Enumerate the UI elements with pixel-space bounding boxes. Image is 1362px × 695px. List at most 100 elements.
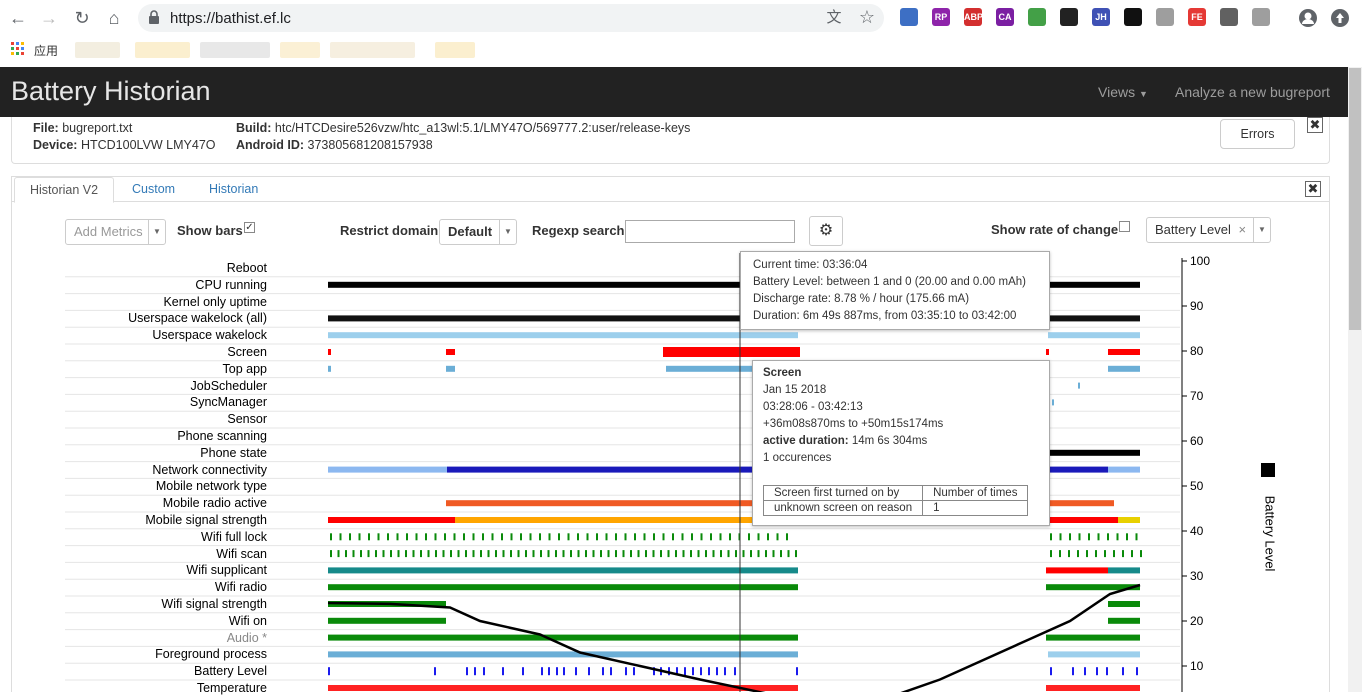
timeline-tick <box>330 550 332 558</box>
timeline-tick <box>697 550 700 558</box>
timeline-tick <box>337 550 340 558</box>
timeline-bar <box>1048 466 1108 473</box>
timeline-bar <box>328 584 798 591</box>
tt-active-duration: active duration: 14m 6s 304ms <box>763 435 927 447</box>
timeline-bar <box>328 315 798 322</box>
timeline-tick <box>368 533 370 541</box>
timeline-tick <box>757 533 760 541</box>
timeline-tick <box>585 550 587 558</box>
y-tick-label: 90 <box>1190 299 1204 313</box>
timeline-tick <box>396 533 399 541</box>
timeline-tick <box>720 550 722 558</box>
timeline-tick <box>1069 533 1071 541</box>
timeline-tick <box>727 550 730 558</box>
timeline-tick <box>672 533 674 541</box>
battery-tick <box>708 667 710 676</box>
y-tick-label: 100 <box>1190 254 1210 268</box>
timeline-tick <box>345 550 347 558</box>
timeline-tick <box>1097 533 1100 541</box>
battery-tick <box>1050 667 1052 676</box>
timeline-tick <box>787 550 790 558</box>
y-axis-label: Battery Level <box>1262 495 1278 572</box>
battery-tick <box>434 667 436 676</box>
timeline-tick <box>495 550 497 558</box>
tt-header-count: Number of times <box>922 485 1029 501</box>
timeline-tick <box>1107 533 1109 541</box>
timeline-tick <box>349 533 351 541</box>
timeline-tick <box>562 550 565 558</box>
timeline-tick <box>1116 533 1119 541</box>
battery-tick <box>483 667 485 676</box>
timeline-tick <box>742 550 745 558</box>
timeline-tick <box>360 550 362 558</box>
battery-tick <box>522 667 524 676</box>
battery-tick <box>548 667 550 676</box>
timeline-tick <box>570 550 572 558</box>
row-label: JobScheduler <box>190 378 267 393</box>
timeline-tick <box>750 550 752 558</box>
timeline-bar <box>446 349 455 355</box>
timeline-tick <box>502 550 505 558</box>
timeline-tick <box>643 533 646 541</box>
timeline-tick <box>1140 550 1142 558</box>
timeline-tick <box>776 533 779 541</box>
row-label: Network connectivity <box>152 462 267 477</box>
timeline-bar <box>1108 617 1140 624</box>
timeline-tick <box>596 533 598 541</box>
timeline-tick <box>377 533 380 541</box>
timeline-tick <box>457 550 460 558</box>
battery-tick <box>588 667 590 676</box>
row-label: Mobile network type <box>155 479 267 494</box>
timeline-tick <box>710 533 712 541</box>
timeline-tick <box>729 533 731 541</box>
timeline-tick <box>525 550 527 558</box>
row-label: Wifi scan <box>216 546 267 561</box>
timeline-bar <box>1108 466 1140 473</box>
timeline-tick <box>375 550 377 558</box>
battery-tick <box>684 667 686 676</box>
timeline-tick <box>352 550 355 558</box>
timeline-tick <box>539 533 541 541</box>
timeline-tick <box>712 550 715 558</box>
battery-tick <box>633 667 635 676</box>
timeline-bar <box>1046 349 1049 355</box>
timeline-bar <box>1048 517 1118 523</box>
y-tick-label: 20 <box>1190 614 1204 628</box>
row-label: Mobile radio active <box>162 496 267 511</box>
tt-header-reason: Screen first turned on by <box>762 485 924 501</box>
row-label: Phone state <box>200 445 267 460</box>
timeline-tick <box>795 550 797 558</box>
timeline-tick <box>425 533 427 541</box>
timeline-tick <box>520 533 522 541</box>
tt-active-value: 14m 6s 304ms <box>851 435 928 447</box>
row-label: Wifi signal strength <box>161 597 267 611</box>
row-label: Battery Level <box>194 664 267 679</box>
timeline-tick <box>1059 533 1062 541</box>
row-label: Audio * <box>226 630 267 645</box>
timeline-tick <box>532 550 535 558</box>
timeline-tick <box>634 533 636 541</box>
timeline-tick <box>1050 533 1052 541</box>
tt-battery-level: Battery Level: between 1 and 0 (20.00 an… <box>753 276 1026 288</box>
timeline-tick <box>517 550 520 558</box>
timeline-tick <box>1135 533 1138 541</box>
timeline-bar <box>1108 365 1140 372</box>
timeline-tick <box>480 550 482 558</box>
tt-active-label: active duration: <box>763 435 849 447</box>
tt-current-time: Current time: 03:36:04 <box>753 259 868 271</box>
timeline-tick <box>600 550 602 558</box>
timeline-tick <box>463 533 465 541</box>
timeline-tick <box>390 550 392 558</box>
timeline-tick <box>1059 550 1061 558</box>
row-label: Foreground process <box>155 647 267 662</box>
timeline-tick <box>652 550 655 558</box>
row-label: Reboot <box>226 261 267 275</box>
tt-duration: Duration: 6m 49s 887ms, from 03:35:10 to… <box>753 310 1017 322</box>
row-label: Wifi supplicant <box>186 563 267 578</box>
timeline-tick <box>510 550 512 558</box>
timeline-bar <box>328 332 798 339</box>
timeline-tick <box>577 550 580 558</box>
timeline-tick <box>529 533 532 541</box>
timeline-tick <box>1088 533 1090 541</box>
battery-tick <box>1096 667 1098 676</box>
